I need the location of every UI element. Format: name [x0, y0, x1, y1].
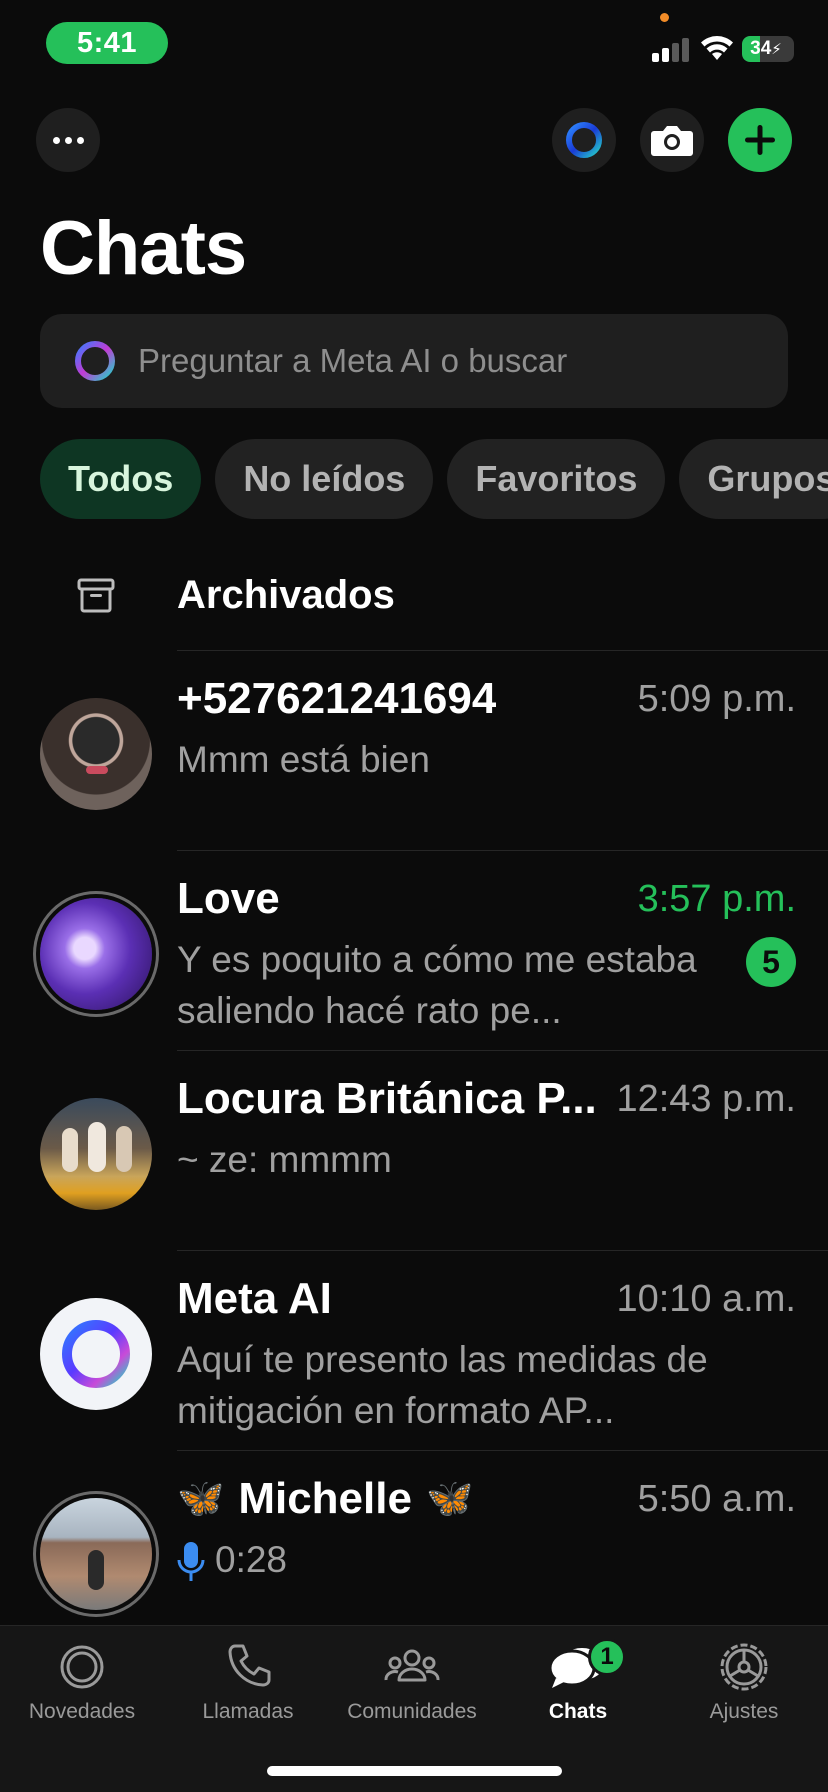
search-bar[interactable] — [40, 314, 788, 408]
search-input[interactable] — [138, 342, 738, 380]
page-title: Chats — [40, 206, 247, 291]
filter-chip-todos[interactable]: Todos — [40, 439, 202, 519]
divider — [177, 650, 828, 651]
ellipsis-icon — [52, 136, 84, 144]
wifi-icon — [701, 36, 733, 60]
tab-llamadas[interactable]: Llamadas — [168, 1640, 328, 1740]
chat-time: 12:43 p.m. — [616, 1078, 796, 1120]
archived-row[interactable]: Archivados — [0, 560, 828, 630]
avatar[interactable] — [40, 1498, 152, 1610]
phone-icon — [228, 1644, 271, 1687]
butterfly-emoji: 🦋 — [425, 1478, 474, 1520]
avatar[interactable] — [40, 1298, 152, 1410]
chat-time: 5:50 a.m. — [637, 1478, 796, 1520]
meta-ai-ring-icon — [62, 1320, 130, 1388]
archive-box-icon — [77, 578, 115, 613]
tab-label: Chats — [548, 1700, 608, 1723]
chat-row[interactable]: +527621241694 5:09 p.m. Mmm está bien — [0, 650, 828, 850]
filter-chip-no-leidos[interactable]: No leídos — [215, 439, 434, 519]
tab-chats[interactable]: Chats 1 — [498, 1638, 658, 1740]
chat-time: 3:57 p.m. — [637, 878, 796, 920]
status-time[interactable]: 5:41 — [46, 22, 168, 64]
avatar[interactable] — [40, 698, 152, 810]
chat-name: 🦋 Michelle 🦋 — [177, 1474, 473, 1524]
new-chat-button[interactable] — [728, 108, 792, 172]
chat-time: 10:10 a.m. — [616, 1278, 796, 1320]
divider — [177, 850, 828, 851]
tab-novedades[interactable]: Novedades — [2, 1640, 162, 1740]
tab-comunidades[interactable]: Comunidades — [332, 1640, 492, 1740]
meta-ai-button[interactable] — [552, 108, 616, 172]
archived-label: Archivados — [177, 572, 395, 617]
microphone-icon — [177, 1542, 205, 1582]
chat-row[interactable]: Locura Británica P... 12:43 p.m. ~ ze: m… — [0, 1050, 828, 1250]
chat-name: Love — [177, 874, 280, 923]
battery-percent: 34 — [750, 38, 772, 59]
chat-time: 5:09 p.m. — [637, 678, 796, 720]
chat-preview: 0:28 — [177, 1534, 737, 1585]
chat-preview: Mmm está bien — [177, 739, 430, 780]
chat-preview: ~ ze: mmmm — [177, 1139, 392, 1180]
settings-icon — [720, 1643, 768, 1691]
chat-name-text: Michelle — [238, 1474, 412, 1523]
divider — [177, 1450, 828, 1451]
chat-name: Meta AI — [177, 1274, 332, 1323]
battery-indicator: 34 ⚡ — [742, 36, 794, 62]
divider — [177, 1250, 828, 1251]
chat-preview: Y es poquito a cómo me estaba saliendo h… — [177, 939, 697, 1031]
camera-icon — [651, 126, 693, 156]
charging-bolt-icon: ⚡ — [771, 41, 782, 58]
filter-chip-grupos[interactable]: Grupos — [679, 439, 828, 519]
plus-icon — [745, 125, 775, 155]
tab-label: Comunidades — [347, 1700, 477, 1723]
avatar[interactable] — [40, 1098, 152, 1210]
chat-row[interactable]: Meta AI 10:10 a.m. Aquí te presento las … — [0, 1250, 828, 1450]
communities-icon — [384, 1649, 440, 1682]
voice-note-duration: 0:28 — [215, 1539, 288, 1580]
unread-badge: 1 — [588, 1638, 626, 1676]
filter-chips: Todos No leídos Favoritos Grupos — [40, 439, 828, 519]
meta-ai-ring-icon — [75, 341, 115, 381]
home-indicator[interactable] — [267, 1766, 562, 1776]
butterfly-emoji: 🦋 — [177, 1478, 225, 1520]
tab-ajustes[interactable]: Ajustes — [664, 1640, 824, 1740]
more-options-button[interactable] — [36, 108, 100, 172]
tab-label: Llamadas — [202, 1700, 294, 1723]
divider — [177, 1050, 828, 1051]
tab-label: Ajustes — [709, 1700, 779, 1723]
chat-row[interactable]: Love 3:57 p.m. Y es poquito a cómo me es… — [0, 850, 828, 1050]
meta-ai-ring-icon — [566, 122, 602, 158]
filter-chip-favoritos[interactable]: Favoritos — [447, 439, 666, 519]
cellular-signal-icon — [652, 36, 692, 62]
chat-row[interactable]: 🦋 Michelle 🦋 5:50 a.m. 0:28 — [0, 1450, 828, 1650]
chat-name: +527621241694 — [177, 674, 497, 723]
avatar[interactable] — [40, 898, 152, 1010]
chat-name: Locura Británica P... — [177, 1074, 597, 1123]
tab-label: Novedades — [28, 1700, 136, 1723]
unread-badge: 5 — [746, 937, 796, 987]
camera-button[interactable] — [640, 108, 704, 172]
status-bar: 5:41 34 ⚡ — [0, 0, 828, 90]
mic-in-use-indicator — [660, 13, 669, 22]
status-icon — [60, 1645, 104, 1689]
chat-preview: Aquí te presento las medidas de mitigaci… — [177, 1339, 708, 1431]
